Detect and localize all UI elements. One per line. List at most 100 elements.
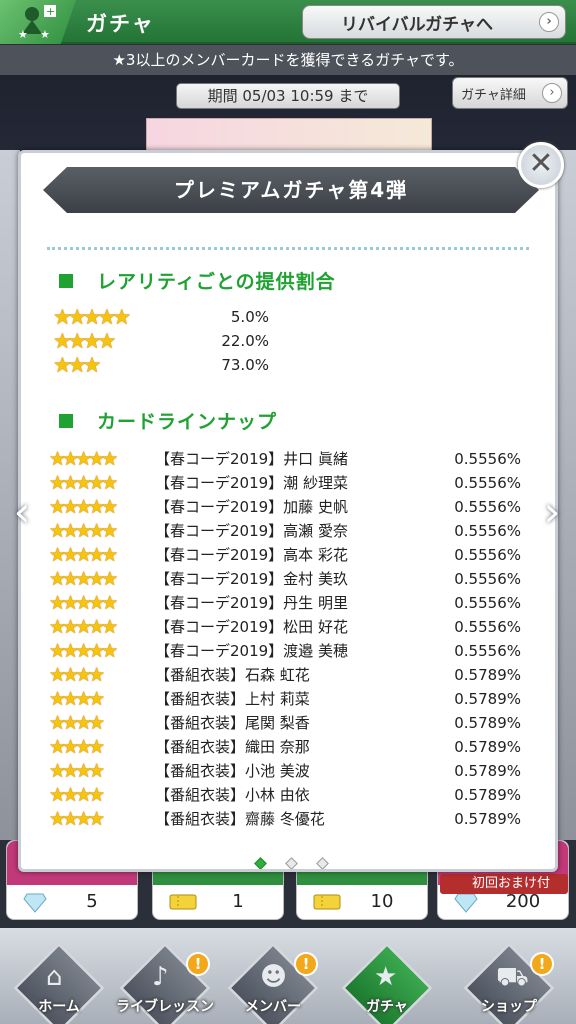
svg-text:★: ★ — [18, 28, 28, 40]
rarity-stars-icon: ★★★★★ — [49, 472, 119, 494]
tab-label: ショップ — [481, 999, 537, 1015]
card-probability: 0.5556% — [454, 474, 521, 492]
revival-gacha-label: リバイバルガチャへ — [341, 14, 493, 35]
page-indicator — [21, 853, 555, 869]
tab-cart[interactable]: ⛟ ショップ! — [462, 942, 556, 1024]
close-icon[interactable]: ✕ — [518, 142, 564, 188]
rarity-stars-icon: ★★★★★ — [49, 496, 119, 518]
card-probability: 0.5556% — [454, 498, 521, 516]
card-lineup-list[interactable]: ★★★★★ 【春コーデ2019】井口 眞緒 0.5556% ★★★★★ 【春コーデ201… — [49, 447, 529, 837]
notification-badge-icon: ! — [294, 952, 318, 976]
gacha-rate-modal: プレミアムガチャ第4弾 レアリティごとの提供割合 ★★★★★ 5.0% ★★★★ 22… — [18, 150, 558, 872]
tab-member[interactable]: ☻ メンバー! — [226, 942, 320, 1024]
card-lineup-row: ★★★★★ 【春コーデ2019】潮 紗理菜 0.5556% — [49, 471, 529, 495]
rarity-stars-icon: ★★★★ — [49, 688, 106, 710]
svg-text:★: ★ — [40, 28, 50, 40]
rarity-rate-row: ★★★★ 22.0% — [53, 329, 353, 353]
member-icon: ☻ — [260, 962, 288, 992]
card-probability: 0.5789% — [454, 714, 521, 732]
tab-lesson[interactable]: ♪ ライブレッスン! — [116, 942, 214, 1024]
card-name: 【春コーデ2019】高本 彩花 — [155, 546, 348, 564]
lineup-heading-text: カードラインナップ — [97, 411, 278, 433]
header-bar: ★ ★ + ガチャ リバイバルガチャへ › — [0, 0, 576, 44]
page-dot[interactable] — [253, 857, 267, 869]
card-lineup-row: ★★★★★ 【春コーデ2019】高本 彩花 0.5556% — [49, 543, 529, 567]
card-lineup-row: ★★★★ 【番組衣装】齋藤 冬優花 0.5789% — [49, 807, 529, 831]
draw-cost-value: 10 — [370, 891, 394, 912]
card-lineup-row: ★★★★★ 【春コーデ2019】松田 好花 0.5556% — [49, 615, 529, 639]
card-name: 【春コーデ2019】潮 紗理菜 — [155, 474, 348, 492]
card-name: 【春コーデ2019】松田 好花 — [155, 618, 348, 636]
rarity-stars-icon: ★★★★ — [49, 736, 106, 758]
rarity-section-heading: レアリティごとの提供割合 — [59, 267, 336, 294]
draw-cost-value: 200 — [505, 891, 541, 912]
rarity-rate-row: ★★★★★ 5.0% — [53, 305, 353, 329]
card-lineup-row: ★★★★ 【番組衣装】小池 美波 0.5789% — [49, 759, 529, 783]
tab-gacha[interactable]: ★ ガチャ — [340, 942, 434, 1024]
card-probability: 0.5789% — [454, 810, 521, 828]
gacha-detail-label: ガチャ詳細 — [461, 87, 526, 103]
rarity-stars-icon: ★★★★★ — [49, 640, 119, 662]
lineup-section-heading: カードラインナップ — [59, 407, 277, 434]
divider — [47, 247, 529, 250]
rarity-stars-icon: ★★★★★ — [49, 568, 119, 590]
lesson-icon: ♪ — [152, 962, 169, 992]
notification-badge-icon: ! — [530, 952, 554, 976]
tab-label: ガチャ — [366, 999, 408, 1015]
rarity-stars-icon: ★★★★★ — [49, 616, 119, 638]
chevron-right-icon[interactable]: › — [538, 490, 566, 534]
card-lineup-row: ★★★★★ 【春コーデ2019】高瀬 愛奈 0.5556% — [49, 519, 529, 543]
rarity-stars-icon: ★★★★★ — [49, 448, 119, 470]
rarity-stars-icon: ★★★★ — [49, 808, 106, 830]
gacha-detail-button[interactable]: ガチャ詳細 › — [452, 77, 568, 109]
card-probability: 0.5789% — [454, 738, 521, 756]
card-probability: 0.5789% — [454, 666, 521, 684]
tab-label: ホーム — [38, 999, 80, 1015]
draw-cost-value: 1 — [232, 891, 244, 912]
section-marker-icon — [59, 413, 73, 428]
rarity-heading-text: レアリティごとの提供割合 — [97, 271, 336, 293]
gacha-logo-icon: ★ ★ + — [0, 0, 76, 44]
card-probability: 0.5789% — [454, 786, 521, 804]
rarity-stars-icon: ★★★★ — [49, 784, 106, 806]
page-dot[interactable] — [284, 857, 298, 869]
diamond-icon — [454, 893, 478, 917]
rarity-stars-icon: ★★★★ — [49, 664, 106, 686]
rarity-stars-icon: ★★★★★ — [49, 592, 119, 614]
tab-home[interactable]: ⌂ ホーム — [12, 942, 106, 1024]
rarity-stars-icon: ★★★★ — [53, 329, 117, 353]
card-lineup-row: ★★★★ 【番組衣装】織田 奈那 0.5789% — [49, 735, 529, 759]
card-lineup-row: ★★★★★ 【春コーデ2019】渡邉 美穂 0.5556% — [49, 639, 529, 663]
card-probability: 0.5556% — [454, 642, 521, 660]
home-icon: ⌂ — [46, 962, 63, 992]
card-name: 【番組衣装】小池 美波 — [155, 762, 310, 780]
rarity-stars-icon: ★★★★ — [49, 712, 106, 734]
card-name: 【春コーデ2019】丹生 明里 — [155, 594, 348, 612]
card-probability: 0.5556% — [454, 618, 521, 636]
card-probability: 0.5556% — [454, 522, 521, 540]
card-lineup-row: ★★★★★ 【春コーデ2019】丹生 明里 0.5556% — [49, 591, 529, 615]
card-probability: 0.5556% — [454, 546, 521, 564]
card-name: 【春コーデ2019】高瀬 愛奈 — [155, 522, 348, 540]
card-name: 【番組衣装】織田 奈那 — [155, 738, 310, 756]
rarity-stars-icon: ★★★★★ — [49, 520, 119, 542]
card-probability: 0.5556% — [454, 450, 521, 468]
rarity-stars-icon: ★★★★★ — [49, 544, 119, 566]
chevron-left-icon[interactable]: ‹ — [8, 490, 36, 534]
diamond-icon — [23, 893, 47, 917]
tab-label: メンバー — [245, 999, 301, 1015]
page-title: ガチャ — [86, 12, 155, 36]
card-name: 【番組衣装】石森 虹花 — [155, 666, 310, 684]
rarity-stars-icon: ★★★ — [53, 353, 102, 377]
card-name: 【番組衣装】尾関 梨香 — [155, 714, 310, 732]
cart-icon: ⛟ — [496, 962, 529, 992]
first-time-bonus-tag: 初回おまけ付 — [440, 874, 568, 894]
gacha-description: ★3以上のメンバーカードを獲得できるガチャです。 — [0, 45, 576, 75]
rarity-rate-row: ★★★ 73.0% — [53, 353, 353, 377]
revival-gacha-button[interactable]: リバイバルガチャへ › — [302, 5, 566, 39]
card-probability: 0.5556% — [454, 570, 521, 588]
page-dot[interactable] — [315, 857, 329, 869]
chevron-right-icon: › — [539, 12, 559, 32]
card-lineup-row: ★★★★ 【番組衣装】小林 由依 0.5789% — [49, 783, 529, 807]
rarity-rate-value: 5.0% — [230, 308, 269, 326]
